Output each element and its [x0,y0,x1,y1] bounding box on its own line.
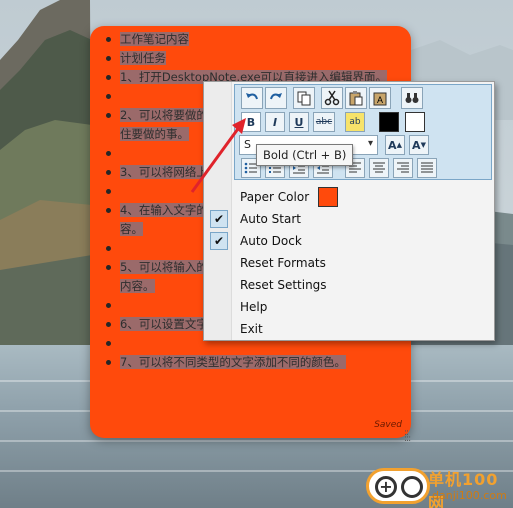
chevron-down-icon: ▾ [367,138,373,149]
undo-button[interactable] [241,87,263,109]
paste-text-button[interactable]: A [369,87,391,109]
menu-item-label: Exit [240,322,263,336]
bullet-icon [106,170,111,175]
check-icon: ✔ [210,232,228,250]
menu-items: Paper Color ✔ Auto Start ✔ Auto Dock Reset Fo… [204,186,494,340]
paste-button[interactable] [345,87,367,109]
bullet-icon [106,208,111,213]
menu-item-reset-settings[interactable]: Reset Settings [204,274,494,296]
menu-item-label: Reset Formats [240,256,326,270]
justify-button[interactable] [417,158,437,178]
menu-item-label: Help [240,300,268,314]
font-name-value: S [244,138,251,151]
menu-item-label: Auto Dock [240,234,302,248]
cut-icon [324,90,340,106]
bullet-icon [106,360,111,365]
bullet-icon [106,322,111,327]
highlight-button[interactable]: ab [345,112,365,132]
bullet-icon [106,341,111,346]
copy-icon [297,91,311,106]
bold-button[interactable]: B [241,112,261,132]
note-item-text: 7、可以将不同类型的文字添加不同的颜色。 [120,355,346,369]
paper-color-swatch[interactable] [318,187,338,207]
note-list-item[interactable]: 7、可以将不同类型的文字添加不同的颜色。 [104,353,404,372]
align-center-button[interactable] [369,158,389,178]
undo-icon [246,93,258,100]
find-icon [405,93,419,103]
bold-tooltip: Bold (Ctrl + B) [256,144,354,166]
svg-text:A: A [377,95,383,105]
resize-grip[interactable]: ::::: [404,429,416,444]
bullet-icon [106,246,111,251]
bullet-icon [106,151,111,156]
shrink-font-button[interactable]: A ▼ [409,135,429,155]
menu-item-auto-start[interactable]: ✔ Auto Start [204,208,494,230]
bullet-icon [106,113,111,118]
bullet-icon [106,189,111,194]
justify-icon [421,162,433,173]
text-color-swatch[interactable] [379,112,399,132]
menu-item-auto-dock[interactable]: ✔ Auto Dock [204,230,494,252]
background-color-swatch[interactable] [405,112,425,132]
bullet-icon [106,303,111,308]
menu-item-help[interactable]: Help [204,296,494,318]
menu-item-paper-color[interactable]: Paper Color [204,186,494,208]
note-item-text: 计划任务 [120,51,166,65]
paste-text-icon: A [373,92,387,106]
menu-item-exit[interactable]: Exit [204,318,494,340]
bullet-icon [106,75,111,80]
menu-item-label: Paper Color [240,190,310,204]
grow-font-icon: A [388,138,397,152]
bullet-icon [106,265,111,270]
strikethrough-button[interactable]: abc [313,112,335,132]
check-icon: ✔ [210,210,228,228]
menu-item-label: Auto Start [240,212,301,226]
menu-item-label: Reset Settings [240,278,327,292]
copy-button[interactable] [293,87,315,109]
redo-button[interactable] [265,87,287,109]
menu-item-reset-formats[interactable]: Reset Formats [204,252,494,274]
watermark-site-url: danji100.com [432,489,507,502]
redo-icon [270,93,282,100]
grow-font-button[interactable]: A ▲ [385,135,405,155]
align-right-button[interactable] [393,158,413,178]
note-item-text: 工作笔记内容 [120,32,189,46]
bullet-icon [106,56,111,61]
site-logo-icon: + [366,468,430,504]
align-right-icon [397,162,409,173]
bullet-icon [106,94,111,99]
paste-icon [349,91,363,106]
underline-button[interactable]: U [289,112,309,132]
italic-button[interactable]: I [265,112,285,132]
cut-button[interactable] [321,87,343,109]
note-list-item[interactable]: 计划任务 [104,49,404,68]
bullet-icon [106,37,111,42]
desktop: 工作笔记内容 计划任务 1、打开DesktopNote.exe可以直接进入编辑界面。… [0,0,513,508]
context-menu: A B I U abc ab S ▾ A ▲ A ▼ Paper Color ✔… [203,81,495,341]
shrink-font-icon: A [412,138,421,152]
wave-line [0,440,513,442]
find-button[interactable] [401,87,423,109]
saved-status: Saved [374,420,402,430]
site-watermark: + 单机100网 danji100.com [366,464,512,508]
note-list-item[interactable]: 工作笔记内容 [104,30,404,49]
align-center-icon [373,162,385,173]
